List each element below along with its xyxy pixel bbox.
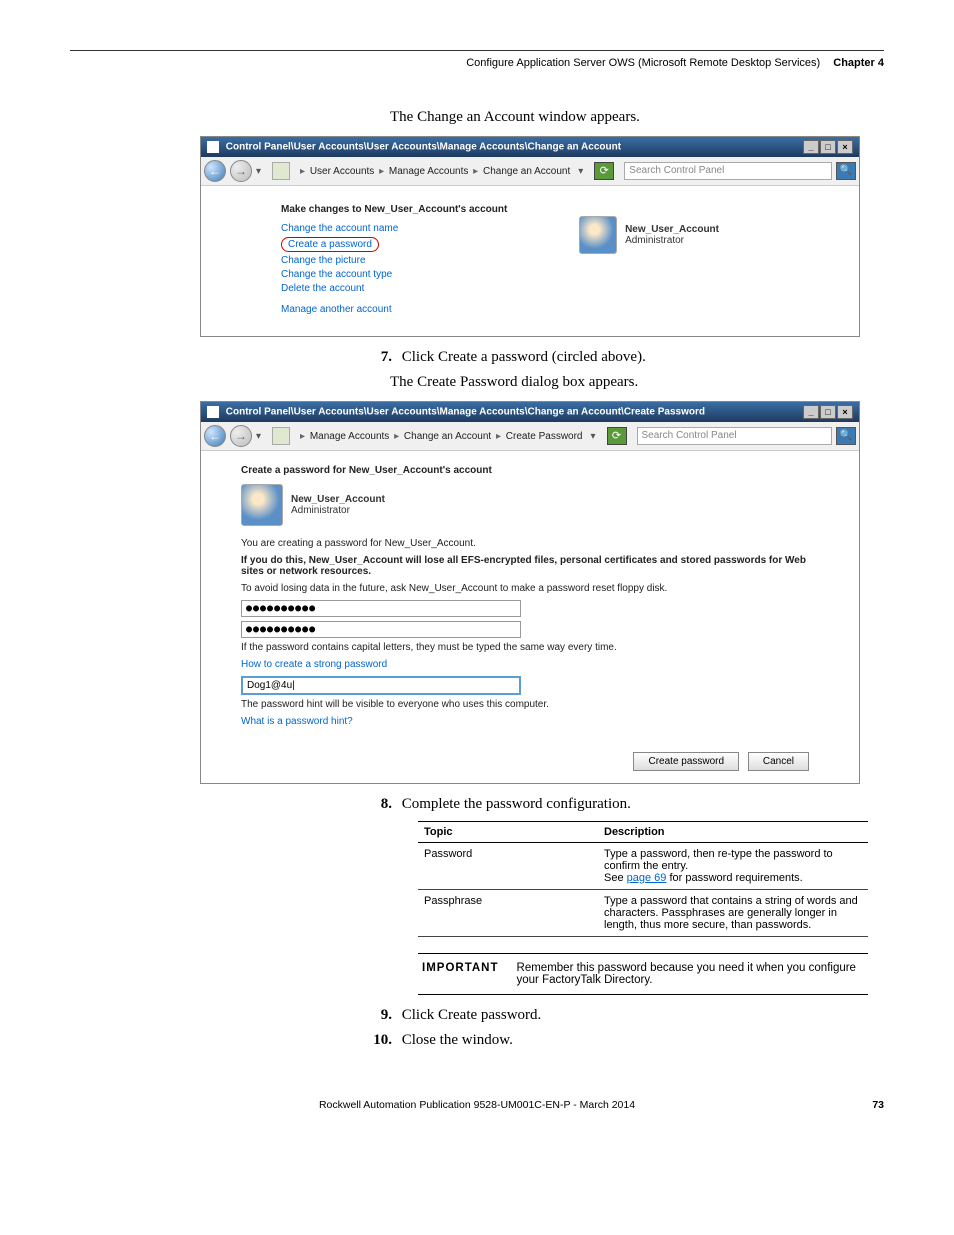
step-9-text: Click Create password. [402, 1007, 542, 1023]
step-9-number: 9. [370, 1007, 392, 1024]
step-7-number: 7. [370, 349, 392, 366]
user-role-2: Administrator [291, 505, 385, 516]
link-manage-another[interactable]: Manage another account [281, 304, 809, 315]
cancel-button[interactable]: Cancel [748, 752, 809, 771]
titlebar-icon-2 [207, 406, 219, 418]
breadcrumb-2[interactable]: ▸ Manage Accounts ▸ Change an Account ▸ … [294, 429, 587, 444]
navbar: ← → ▾ ▸ User Accounts ▸ Manage Accounts … [201, 157, 859, 186]
navbar-2: ← → ▾ ▸ Manage Accounts ▸ Change an Acco… [201, 422, 859, 451]
breadcrumb[interactable]: ▸ User Accounts ▸ Manage Accounts ▸ Chan… [294, 164, 574, 179]
maximize-button[interactable]: □ [820, 140, 836, 154]
hint-note: The password hint will be visible to eve… [241, 699, 809, 710]
cell-password-topic: Password [418, 843, 598, 890]
link-change-type[interactable]: Change the account type [281, 269, 809, 280]
search-input-2[interactable]: Search Control Panel [637, 427, 833, 445]
cell-passphrase-topic: Passphrase [418, 890, 598, 937]
breadcrumb-icon-2 [272, 427, 290, 445]
minimize-button[interactable]: _ [803, 140, 819, 154]
important-box: IMPORTANT Remember this password because… [418, 953, 868, 995]
close-button[interactable]: × [837, 140, 853, 154]
user-name: New_User_Account [625, 224, 719, 235]
password-config-table: Topic Description Password Type a passwo… [418, 821, 868, 937]
create-password-button[interactable]: Create password [633, 752, 739, 771]
user-avatar [579, 216, 617, 254]
info-text-3: To avoid losing data in the future, ask … [241, 583, 809, 594]
titlebar-2[interactable]: Control Panel\User Accounts\User Account… [201, 402, 859, 422]
table-row: Password Type a password, then re-type t… [418, 843, 868, 890]
password-input-2[interactable] [241, 621, 521, 638]
search-input[interactable]: Search Control Panel [624, 162, 832, 180]
chapter-label: Chapter 4 [833, 57, 884, 69]
important-label: IMPORTANT [422, 962, 499, 986]
link-delete-account[interactable]: Delete the account [281, 283, 809, 294]
close-button-2[interactable]: × [837, 405, 853, 419]
dialog2-heading: Create a password for New_User_Account's… [241, 465, 809, 476]
user-name-2: New_User_Account [291, 494, 385, 505]
breadcrumb-icon [272, 162, 290, 180]
body-line-2: The Create Password dialog box appears. [390, 374, 884, 391]
nav-dropdown-icon-2[interactable]: ▾ [256, 431, 268, 442]
header-text: Configure Application Server OWS (Micros… [466, 57, 820, 69]
step-8-number: 8. [370, 796, 392, 813]
title-text: Control Panel\User Accounts\User Account… [226, 142, 621, 153]
footer-page-number: 73 [872, 1099, 884, 1111]
info-text-2: If you do this, New_User_Account will lo… [241, 555, 809, 577]
refresh-button[interactable]: ⟳ [594, 162, 614, 180]
step-8-text: Complete the password configuration. [402, 796, 631, 812]
titlebar-icon [207, 141, 219, 153]
table-header-description: Description [598, 822, 868, 843]
cell-password-desc: Type a password, then re-type the passwo… [598, 843, 868, 890]
footer-text: Rockwell Automation Publication 9528-UM0… [319, 1099, 635, 1111]
change-account-dialog: Control Panel\User Accounts\User Account… [200, 136, 860, 337]
table-row: Passphrase Type a password that contains… [418, 890, 868, 937]
cell-passphrase-desc: Type a password that contains a string o… [598, 890, 868, 937]
search-button[interactable]: 🔍 [836, 162, 856, 180]
link-what-is-hint[interactable]: What is a password hint? [241, 716, 809, 727]
create-password-dialog: Control Panel\User Accounts\User Account… [200, 401, 860, 784]
user-role: Administrator [625, 235, 719, 246]
table-header-topic: Topic [418, 822, 598, 843]
breadcrumb-dropdown-icon[interactable]: ▾ [578, 166, 590, 177]
dialog-heading: Make changes to New_User_Account's accou… [281, 204, 809, 215]
breadcrumb-dropdown-icon-2[interactable]: ▾ [591, 431, 603, 442]
nav-dropdown-icon[interactable]: ▾ [256, 166, 268, 177]
body-line-1: The Change an Account window appears. [390, 109, 884, 126]
page-header: Configure Application Server OWS (Micros… [70, 57, 884, 69]
step-10-number: 10. [370, 1032, 392, 1049]
password-hint-input[interactable] [241, 676, 521, 695]
title-text-2: Control Panel\User Accounts\User Account… [226, 407, 705, 418]
password-input-1[interactable] [241, 600, 521, 617]
refresh-button-2[interactable]: ⟳ [607, 427, 627, 445]
minimize-button-2[interactable]: _ [803, 405, 819, 419]
maximize-button-2[interactable]: □ [820, 405, 836, 419]
forward-button-2[interactable]: → [230, 425, 252, 447]
link-change-picture[interactable]: Change the picture [281, 255, 809, 266]
link-strong-password[interactable]: How to create a strong password [241, 659, 809, 670]
user-avatar-2 [241, 484, 283, 526]
forward-button[interactable]: → [230, 160, 252, 182]
search-button-2[interactable]: 🔍 [836, 427, 856, 445]
info-text-1: You are creating a password for New_User… [241, 538, 809, 549]
caps-note: If the password contains capital letters… [241, 642, 809, 653]
page-69-link[interactable]: page 69 [627, 872, 667, 884]
titlebar[interactable]: Control Panel\User Accounts\User Account… [201, 137, 859, 157]
back-button[interactable]: ← [204, 160, 226, 182]
page-footer: Rockwell Automation Publication 9528-UM0… [70, 1099, 884, 1111]
back-button-2[interactable]: ← [204, 425, 226, 447]
link-change-name[interactable]: Change the account name [281, 223, 809, 234]
step-10-text: Close the window. [402, 1032, 513, 1048]
step-7-text: Click Create a password (circled above). [402, 349, 646, 365]
important-text: Remember this password because you need … [517, 962, 864, 986]
link-create-password[interactable]: Create a password [281, 237, 379, 252]
